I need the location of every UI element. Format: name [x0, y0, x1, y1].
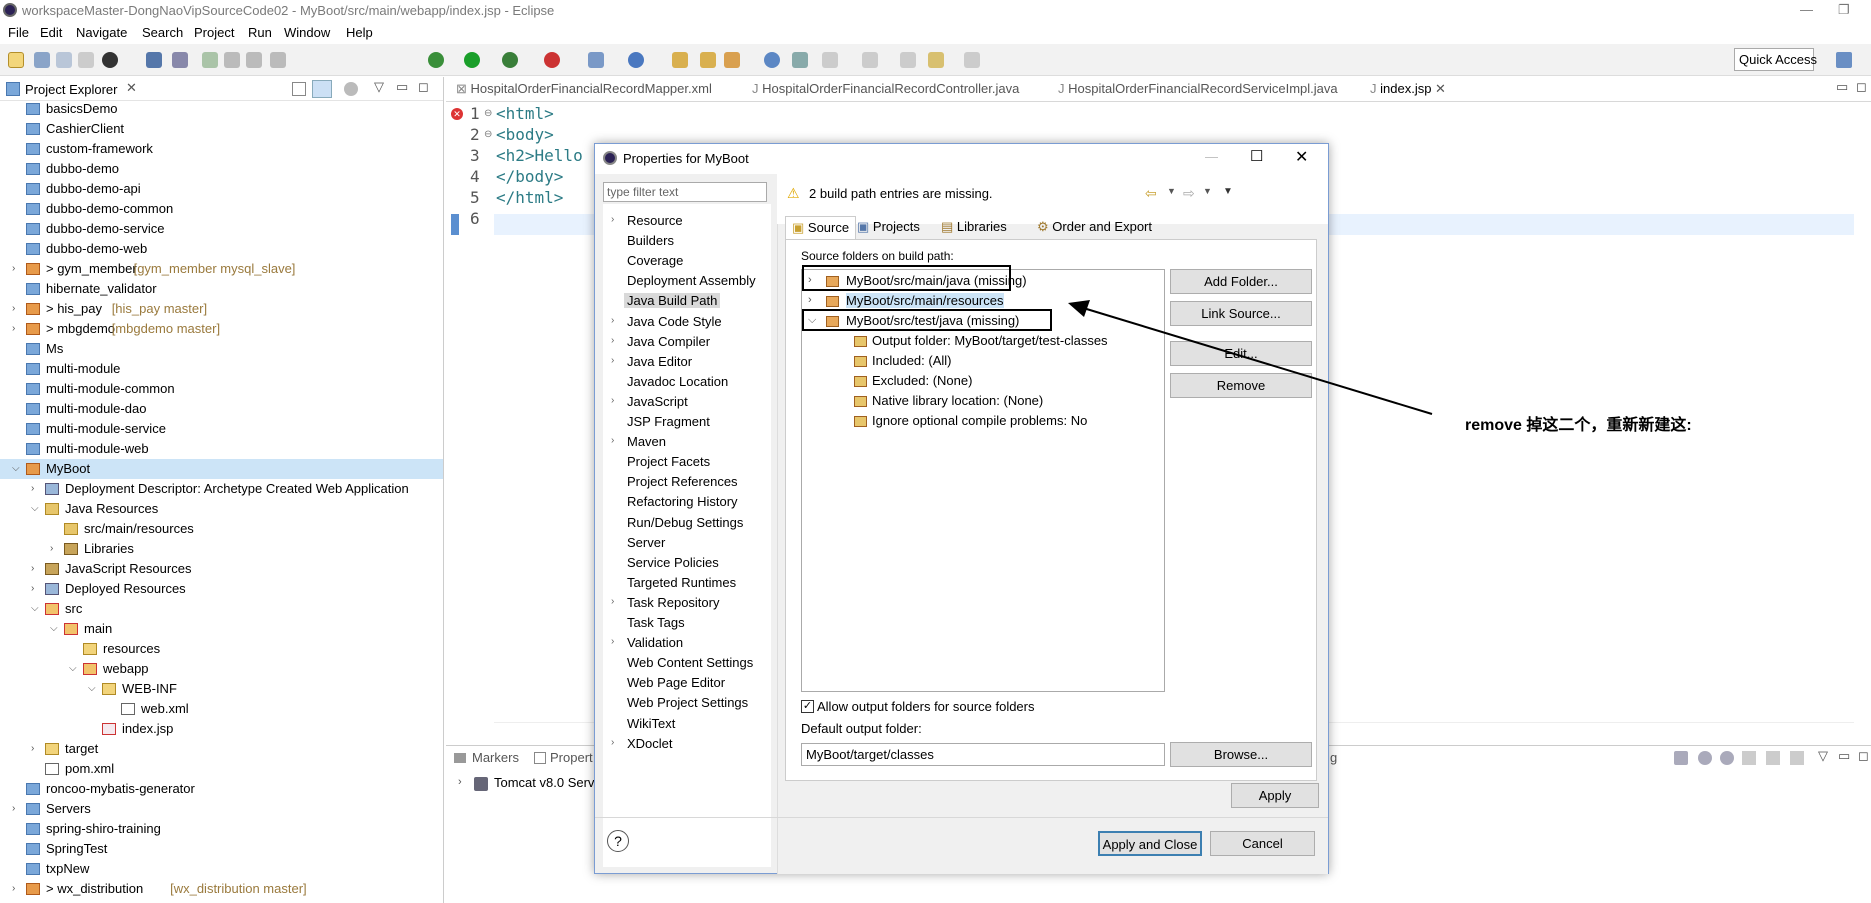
annotation-arrowhead — [1068, 300, 1090, 317]
annotation-text: remove 掉这二个，重新新建这: — [1465, 417, 1692, 434]
annotation-arrow-line — [1079, 306, 1433, 415]
annotation-arrow — [1068, 300, 1433, 415]
